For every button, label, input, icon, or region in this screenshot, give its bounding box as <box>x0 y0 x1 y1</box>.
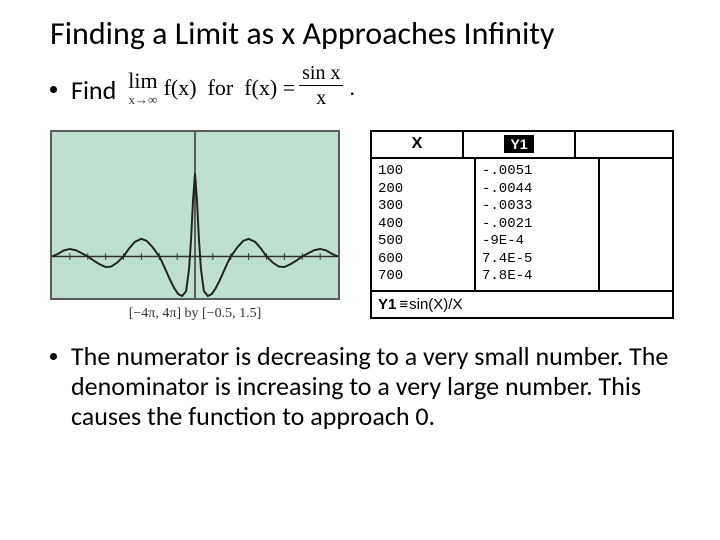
calculator-table: X Y1 100 200 300 400 500 600 700 <box>370 130 674 319</box>
graph-window-caption: [−4π, 4π] by [−0.5, 1.5] <box>50 306 340 322</box>
lim-text: lim <box>128 70 157 92</box>
table-row: 400 <box>378 216 468 234</box>
table-row: -.0021 <box>482 216 592 234</box>
table-header-x: X <box>372 132 464 159</box>
table-row: 500 <box>378 233 468 251</box>
bullet-explanation-text: The numerator is decreasing to a very sm… <box>71 342 690 432</box>
table-row: 700 <box>378 268 468 286</box>
table-row: -.0051 <box>482 163 592 181</box>
table-blank-column <box>600 159 672 290</box>
bullet-dot-icon <box>50 86 57 93</box>
bullet-find: Find lim x→∞ f(x) for f(x) = sin x x . <box>50 67 690 112</box>
table-row: -.0033 <box>482 198 592 216</box>
bullet-dot-icon <box>50 353 57 360</box>
formula-period: . <box>349 75 355 101</box>
bullet-explanation: The numerator is decreasing to a very sm… <box>50 342 690 432</box>
table-footer: Y1≡sin(X)/X <box>372 290 672 317</box>
table-row: -9E-4 <box>482 233 592 251</box>
table-x-column: 100 200 300 400 500 600 700 <box>372 159 476 290</box>
table-header-blank <box>576 132 672 159</box>
fx-for-text: f(x) for f(x) = <box>164 75 296 101</box>
table-y-column: -.0051 -.0044 -.0033 -.0021 -9E-4 7.4E-5… <box>476 159 600 290</box>
table-row: 7.4E-5 <box>482 251 592 269</box>
table-row: 7.8E-4 <box>482 268 592 286</box>
bullet-find-label: Find <box>71 74 116 106</box>
fraction: sin x x <box>299 63 343 108</box>
table-row: 100 <box>378 163 468 181</box>
table-row: 600 <box>378 251 468 269</box>
table-header-y1: Y1 <box>464 132 576 159</box>
fraction-numerator: sin x <box>299 63 343 86</box>
table-footer-eq: sin(X)/X <box>409 296 462 313</box>
sinc-graph <box>50 130 340 300</box>
table-row: 200 <box>378 181 468 199</box>
table-row: 300 <box>378 198 468 216</box>
table-footer-y1: Y1 <box>378 296 396 313</box>
table-row: -.0044 <box>482 181 592 199</box>
lim-subscript: x→∞ <box>129 93 158 106</box>
equals-icon: ≡ <box>399 296 406 313</box>
slide-title: Finding a Limit as x Approaches Infinity <box>50 14 690 53</box>
limit-formula: lim x→∞ f(x) for f(x) = sin x x . <box>128 65 355 110</box>
fraction-denominator: x <box>316 86 326 108</box>
